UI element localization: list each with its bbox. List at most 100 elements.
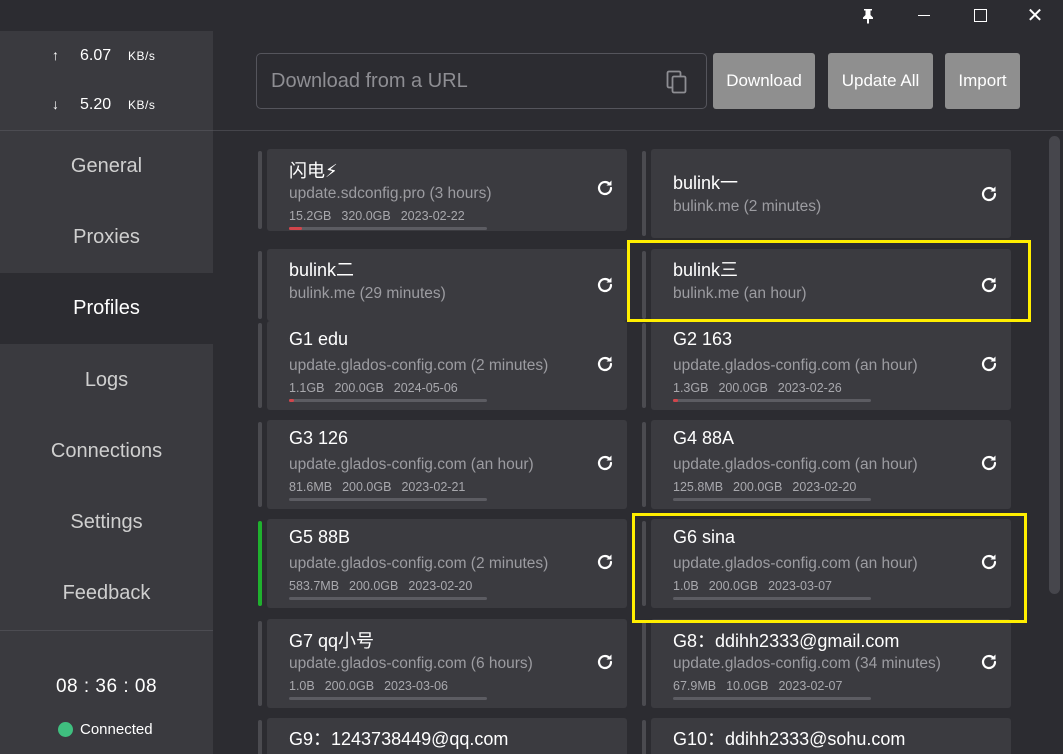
profile-indicator: [642, 422, 646, 507]
usage-expire: 2023-02-26: [777, 381, 842, 395]
profile-list: 闪电⚡ update.sdconfig.pro (3 hours) 15.2GB 32…: [213, 132, 1048, 754]
profile-usage: 67.9MB 10.0GB 2023-02-07: [673, 679, 852, 693]
usage-progress-bar: [673, 697, 871, 700]
profile-indicator: [642, 323, 646, 408]
profile-card[interactable]: G4 88A update.glados-config.com (an hour)…: [651, 420, 1011, 509]
url-input-placeholder: Download from a URL: [271, 70, 468, 92]
paste-icon[interactable]: [666, 70, 688, 94]
url-input[interactable]: Download from a URL: [256, 53, 707, 109]
usage-progress-fill: [673, 399, 678, 402]
usage-progress-bar: [673, 399, 871, 402]
profile-name: G9：1243738449@qq.com: [289, 729, 509, 749]
profile-usage: 125.8MB 200.0GB 2023-02-20: [673, 480, 866, 494]
profile-card[interactable]: G9：1243738449@qq.com: [267, 718, 627, 754]
usage-expire: 2023-02-22: [400, 209, 465, 223]
usage-total: 200.0GB: [342, 480, 392, 494]
sidebar-item-general[interactable]: General: [0, 131, 213, 202]
profile-card[interactable]: G1 edu update.glados-config.com (2 minute…: [267, 321, 627, 410]
profile-url: bulink.me (2 minutes): [673, 198, 822, 215]
usage-progress-bar: [289, 227, 487, 230]
profile-usage: 1.3GB 200.0GB 2023-02-26: [673, 381, 852, 395]
profile-card[interactable]: G3 126 update.glados-config.com (an hour)…: [267, 420, 627, 509]
usage-total: 10.0GB: [726, 679, 769, 693]
close-icon[interactable]: ✕: [1007, 0, 1063, 31]
update-all-button[interactable]: Update All: [828, 53, 933, 109]
profile-name: G10：ddihh2333@sohu.com: [673, 729, 906, 749]
usage-used: 125.8MB: [673, 480, 724, 494]
usage-used: 15.2GB: [289, 209, 332, 223]
refresh-icon[interactable]: [979, 184, 999, 204]
profile-indicator: [258, 521, 262, 606]
pin-icon[interactable]: [840, 0, 896, 31]
sidebar-item-logs[interactable]: Logs: [0, 345, 213, 416]
profile-name: G8：ddihh2333@gmail.com: [673, 631, 900, 651]
usage-used: 583.7MB: [289, 579, 340, 593]
maximize-icon[interactable]: [952, 0, 1008, 31]
usage-progress-bar: [289, 498, 487, 501]
refresh-icon[interactable]: [979, 354, 999, 374]
refresh-icon[interactable]: [595, 354, 615, 374]
upload-speed: ↑ 6.07 KB/s: [52, 47, 155, 65]
download-unit: KB/s: [128, 98, 156, 112]
profile-name: bulink二: [289, 260, 355, 280]
sidebar-item-connections[interactable]: Connections: [0, 416, 213, 487]
profile-card[interactable]: bulink一 bulink.me (2 minutes): [651, 149, 1011, 238]
profile-card[interactable]: 闪电⚡ update.sdconfig.pro (3 hours) 15.2GB 32…: [267, 149, 627, 231]
usage-total: 200.0GB: [349, 579, 399, 593]
refresh-icon[interactable]: [979, 652, 999, 672]
refresh-icon[interactable]: [979, 453, 999, 473]
refresh-icon[interactable]: [595, 552, 615, 572]
sidebar: ↑ 6.07 KB/s ↓ 5.20 KB/s General Proxies …: [0, 31, 213, 754]
download-button[interactable]: Download: [713, 53, 815, 109]
refresh-icon[interactable]: [595, 652, 615, 672]
usage-used: 67.9MB: [673, 679, 717, 693]
sidebar-item-proxies[interactable]: Proxies: [0, 202, 213, 273]
connection-status: Connected: [58, 721, 153, 738]
profile-url: update.glados-config.com (an hour): [673, 357, 918, 374]
usage-total: 320.0GB: [341, 209, 391, 223]
download-arrow-icon: ↓: [52, 96, 59, 112]
profile-card[interactable]: G10：ddihh2333@sohu.com: [651, 718, 1011, 754]
usage-progress-fill: [289, 399, 294, 402]
profile-url: update.glados-config.com (an hour): [673, 456, 918, 473]
sidebar-item-settings[interactable]: Settings: [0, 487, 213, 558]
refresh-icon[interactable]: [595, 178, 615, 198]
profile-indicator: [642, 151, 646, 236]
usage-expire: 2023-02-20: [792, 480, 857, 494]
profile-card[interactable]: bulink二 bulink.me (29 minutes): [267, 249, 627, 321]
scrollbar[interactable]: [1047, 132, 1063, 754]
highlight-box: [627, 240, 1031, 322]
upload-arrow-icon: ↑: [52, 47, 59, 63]
usage-expire: 2023-02-21: [401, 480, 466, 494]
profile-name: G2 163: [673, 329, 733, 349]
profile-usage: 583.7MB 200.0GB 2023-02-20: [289, 579, 482, 593]
profile-indicator: [258, 422, 262, 507]
profile-card[interactable]: G7 qq小号 update.glados-config.com (6 hours…: [267, 619, 627, 708]
profile-url: update.glados-config.com (an hour): [289, 456, 534, 473]
profile-name: G7 qq小号: [289, 631, 375, 651]
profile-name: bulink一: [673, 173, 739, 193]
profile-url: bulink.me (29 minutes): [289, 285, 446, 302]
profile-url: update.glados-config.com (2 minutes): [289, 357, 549, 374]
profile-card[interactable]: G5 88B update.glados-config.com (2 minute…: [267, 519, 627, 608]
refresh-icon[interactable]: [595, 275, 615, 295]
profile-card[interactable]: G2 163 update.glados-config.com (an hour)…: [651, 321, 1011, 410]
usage-total: 200.0GB: [718, 381, 768, 395]
profile-name: G4 88A: [673, 428, 735, 448]
sidebar-item-feedback[interactable]: Feedback: [0, 558, 213, 629]
scrollbar-thumb[interactable]: [1049, 136, 1060, 594]
profile-name: 闪电⚡: [289, 161, 338, 181]
sidebar-item-profiles[interactable]: Profiles: [0, 273, 213, 344]
profile-card[interactable]: G8：ddihh2333@gmail.com update.glados-conf…: [651, 619, 1011, 708]
refresh-icon[interactable]: [595, 453, 615, 473]
upload-unit: KB/s: [128, 49, 156, 63]
profile-usage: 1.1GB 200.0GB 2024-05-06: [289, 381, 468, 395]
import-button[interactable]: Import: [945, 53, 1020, 109]
profile-url: update.glados-config.com (2 minutes): [289, 555, 549, 572]
clock: 08 : 36 : 08: [55, 676, 158, 697]
highlight-box: [632, 513, 1027, 623]
minimize-icon[interactable]: [896, 0, 952, 31]
usage-total: 200.0GB: [324, 679, 375, 693]
profile-indicator: [258, 621, 262, 706]
usage-expire: 2024-05-06: [393, 381, 458, 395]
